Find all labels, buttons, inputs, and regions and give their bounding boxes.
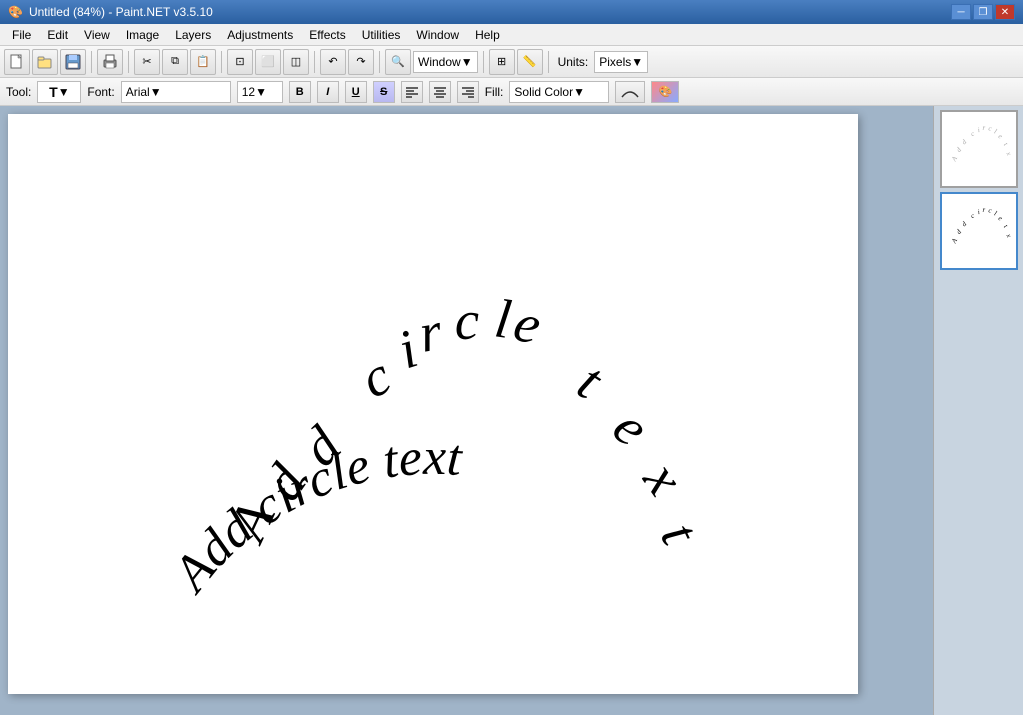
grid-button[interactable]: ⊞ bbox=[489, 49, 515, 75]
svg-text:r: r bbox=[982, 125, 985, 132]
undo-button[interactable]: ↶ bbox=[320, 49, 346, 75]
titlebar: 🎨 Untitled (84%) - Paint.NET v3.5.10 ─ ❐… bbox=[0, 0, 1023, 24]
menu-view[interactable]: View bbox=[76, 24, 118, 45]
menu-window[interactable]: Window bbox=[408, 24, 467, 45]
tool-selector[interactable]: T ▼ bbox=[37, 81, 81, 103]
canvas[interactable]: Add circle text A d d bbox=[8, 114, 858, 694]
align-left-button[interactable] bbox=[401, 81, 423, 103]
units-arrow: ▼ bbox=[631, 55, 643, 69]
color-button[interactable]: 🎨 bbox=[651, 81, 679, 103]
thumbnail-container-2: ★ A d d c bbox=[940, 192, 1018, 270]
open-button[interactable] bbox=[32, 49, 58, 75]
thumbnail-1[interactable]: t A d d c i bbox=[940, 110, 1018, 188]
tool-label: Tool: bbox=[6, 85, 31, 99]
menu-help[interactable]: Help bbox=[467, 24, 508, 45]
thumbnail-2[interactable]: A d d c i r bbox=[940, 192, 1018, 270]
font-label: Font: bbox=[87, 85, 114, 99]
thumbnail-container-1: ★ t A d d bbox=[940, 110, 1018, 188]
right-panel: ★ t A d d bbox=[933, 106, 1023, 715]
menu-adjustments[interactable]: Adjustments bbox=[219, 24, 301, 45]
zoom-in-button[interactable]: 🔍 bbox=[385, 49, 411, 75]
bold-button[interactable]: B bbox=[289, 81, 311, 103]
tool-text-icon: T bbox=[49, 84, 58, 100]
select-all-button[interactable]: ⊡ bbox=[227, 49, 253, 75]
restore-button[interactable]: ❐ bbox=[973, 4, 993, 20]
units-label: Units: bbox=[558, 55, 589, 69]
tool-arrow: ▼ bbox=[58, 85, 70, 99]
new-button[interactable] bbox=[4, 49, 30, 75]
underline-button[interactable]: U bbox=[345, 81, 367, 103]
canvas-container[interactable]: Add circle text A d d bbox=[0, 106, 933, 715]
print-button[interactable] bbox=[97, 49, 123, 75]
rulers-button[interactable]: 📏 bbox=[517, 49, 543, 75]
main-area: Add circle text A d d bbox=[0, 106, 1023, 715]
separator-5 bbox=[379, 51, 380, 73]
menubar: File Edit View Image Layers Adjustments … bbox=[0, 24, 1023, 46]
app-icon: 🎨 bbox=[8, 5, 23, 19]
window-dropdown[interactable]: Window ▼ bbox=[413, 51, 478, 73]
menu-edit[interactable]: Edit bbox=[39, 24, 76, 45]
copy-button[interactable]: ⧉ bbox=[162, 49, 188, 75]
svg-text:r: r bbox=[982, 207, 985, 214]
paste-button[interactable]: 📋 bbox=[190, 49, 216, 75]
invert-button[interactable]: ◫ bbox=[283, 49, 309, 75]
titlebar-left: 🎨 Untitled (84%) - Paint.NET v3.5.10 bbox=[8, 5, 213, 19]
italic-button[interactable]: I bbox=[317, 81, 339, 103]
menu-utilities[interactable]: Utilities bbox=[354, 24, 409, 45]
redo-button[interactable]: ↷ bbox=[348, 49, 374, 75]
tooloptions: Tool: T ▼ Font: Arial ▼ 12 ▼ B I U S Fil… bbox=[0, 78, 1023, 106]
svg-text:c: c bbox=[454, 290, 479, 351]
toolbar: ✂ ⧉ 📋 ⊡ ⬜ ◫ ↶ ↷ 🔍 Window ▼ ⊞ 📏 Units: Pi… bbox=[0, 46, 1023, 78]
separator-1 bbox=[91, 51, 92, 73]
size-dropdown[interactable]: 12 ▼ bbox=[237, 81, 283, 103]
dropdown-arrow: ▼ bbox=[461, 55, 473, 69]
font-dropdown[interactable]: Arial ▼ bbox=[121, 81, 231, 103]
separator-6 bbox=[483, 51, 484, 73]
fill-arrow: ▼ bbox=[573, 85, 585, 99]
size-arrow: ▼ bbox=[255, 85, 267, 99]
separator-3 bbox=[221, 51, 222, 73]
font-arrow: ▼ bbox=[150, 85, 162, 99]
fill-dropdown[interactable]: Solid Color ▼ bbox=[509, 81, 609, 103]
deselect-button[interactable]: ⬜ bbox=[255, 49, 281, 75]
titlebar-title: Untitled (84%) - Paint.NET v3.5.10 bbox=[29, 5, 213, 19]
separator-4 bbox=[314, 51, 315, 73]
save-button[interactable] bbox=[60, 49, 86, 75]
strikethrough-button[interactable]: S bbox=[373, 81, 395, 103]
align-right-button[interactable] bbox=[457, 81, 479, 103]
separator-7 bbox=[548, 51, 549, 73]
separator-2 bbox=[128, 51, 129, 73]
curve-button[interactable] bbox=[615, 81, 645, 103]
cut-button[interactable]: ✂ bbox=[134, 49, 160, 75]
align-center-button[interactable] bbox=[429, 81, 451, 103]
menu-file[interactable]: File bbox=[4, 24, 39, 45]
minimize-button[interactable]: ─ bbox=[951, 4, 971, 20]
units-dropdown[interactable]: Pixels ▼ bbox=[594, 51, 648, 73]
close-button[interactable]: ✕ bbox=[995, 4, 1015, 20]
fill-label: Fill: bbox=[485, 85, 504, 99]
menu-layers[interactable]: Layers bbox=[167, 24, 219, 45]
titlebar-controls[interactable]: ─ ❐ ✕ bbox=[951, 4, 1015, 20]
menu-effects[interactable]: Effects bbox=[301, 24, 353, 45]
menu-image[interactable]: Image bbox=[118, 24, 167, 45]
